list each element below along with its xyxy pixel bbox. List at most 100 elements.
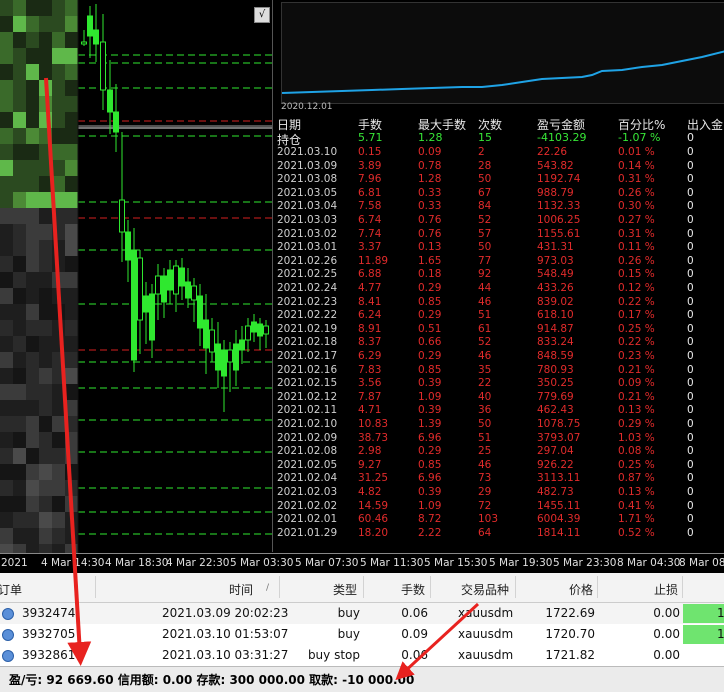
stats-count: 57 — [478, 227, 492, 240]
stats-max-lots: 0.85 — [418, 458, 442, 471]
stats-lots: 31.25 — [358, 472, 389, 485]
order-row[interactable]: 3932474 2021.03.09 20:02:23 buy 0.06 xauusdm… — [0, 603, 724, 625]
stats-pct: 0.25 % — [618, 458, 655, 471]
stats-date: 2021.02.03 — [277, 486, 338, 498]
candle-body — [209, 329, 215, 353]
equity-curve — [281, 2, 724, 104]
take-profit-cell: 1 — [683, 625, 724, 644]
stats-date: 2021.03.08 — [277, 173, 338, 186]
order-row[interactable]: 3932861 2021.03.10 03:31:27 buy stop 0.06 xa… — [0, 645, 724, 667]
col-type[interactable]: 类型 — [333, 581, 357, 598]
position-lots: 5.71 — [358, 131, 383, 144]
stats-max-lots: 0.29 — [418, 445, 442, 458]
stats-io: 0 — [687, 295, 694, 308]
candle-body — [81, 41, 87, 45]
col-price[interactable]: 价格 — [569, 581, 593, 598]
stats-io: 0 — [687, 350, 694, 362]
time-label: 5 Mar 11:30 — [360, 557, 424, 569]
candle-body — [227, 349, 233, 363]
price-chart[interactable]: √ 2020.12.01 日期 手数 最大手数 次数 盈亏金额 百分比% 出入金… — [0, 0, 724, 573]
stats-io: 0 — [687, 377, 694, 390]
stats-pnl: 618.10 — [537, 309, 574, 322]
stats-count: 64 — [478, 526, 492, 539]
stats-io: 0 — [687, 513, 694, 526]
col-lots[interactable]: 手数 — [401, 581, 425, 598]
stats-count: 29 — [478, 486, 492, 498]
stats-lots: 60.46 — [358, 513, 389, 526]
stats-io: 0 — [687, 159, 694, 172]
stats-pnl: 839.02 — [537, 295, 574, 308]
stats-pct: 0.52 % — [618, 526, 655, 539]
stats-io: 0 — [687, 214, 694, 226]
stats-row: 2021.02.24 4.77 0.29 44 433.26 0.12 % 0 — [277, 282, 724, 295]
stats-pnl: 926.22 — [537, 458, 574, 471]
stats-max-lots: 1.39 — [418, 418, 442, 430]
stats-max-lots: 0.29 — [418, 282, 442, 294]
time-axis: 2021 4 Mar 14:30 4 Mar 18:30 4 Mar 22:30 5 M… — [0, 553, 724, 573]
stats-max-lots: 0.39 — [418, 404, 442, 417]
stats-pnl: 1006.25 — [537, 214, 581, 226]
stats-max-lots: 0.33 — [418, 200, 442, 213]
stats-pct: 0.11 % — [618, 241, 655, 254]
col-ticket[interactable]: 订单 — [0, 581, 22, 598]
position-pnl: -4103.29 — [537, 131, 587, 144]
stats-count: 44 — [478, 282, 492, 294]
stats-date: 2021.03.04 — [277, 200, 338, 213]
candle-body — [185, 281, 191, 299]
col-sl[interactable]: 止损 — [654, 581, 678, 598]
stats-pnl: 3793.07 — [537, 431, 581, 444]
chart-toggle-icon[interactable]: √ — [254, 7, 270, 23]
stats-lots: 7.87 — [358, 390, 382, 403]
stats-count: 50 — [478, 418, 492, 430]
candle-body — [149, 293, 155, 341]
col-separator — [279, 576, 280, 598]
stats-pct: 0.13 % — [618, 486, 655, 498]
stats-pnl: 1155.61 — [537, 227, 581, 240]
order-row[interactable]: 3932705 2021.03.10 01:53:07 buy 0.09 xauusdm… — [0, 624, 724, 646]
stats-date: 2021.02.02 — [277, 499, 338, 512]
stats-lots: 18.20 — [358, 526, 389, 539]
candle-body — [125, 231, 131, 261]
stats-row: 2021.02.01 60.46 8.72 103 6004.39 1.71 % 0 — [277, 513, 724, 526]
stats-io: 0 — [687, 254, 694, 267]
candle-body — [179, 267, 185, 287]
stats-pnl: 433.26 — [537, 282, 574, 294]
stats-lots: 6.24 — [358, 309, 382, 322]
order-lots: 0.06 — [401, 648, 428, 662]
candle-body — [87, 15, 93, 37]
stats-pnl: 548.49 — [537, 268, 574, 281]
stats-io: 0 — [687, 418, 694, 430]
stats-header: 日期 手数 最大手数 次数 盈亏金额 百分比% 出入金 — [277, 116, 724, 132]
stats-pnl: 543.82 — [537, 159, 574, 172]
stats-date: 2021.02.09 — [277, 431, 338, 444]
time-label: 4 Mar 18:30 — [105, 557, 169, 569]
stats-lots: 3.89 — [358, 159, 382, 172]
order-icon — [2, 629, 14, 641]
stats-row: 2021.02.02 14.59 1.09 72 1455.11 0.41 % 0 — [277, 500, 724, 513]
stats-count: 25 — [478, 445, 492, 458]
candle-body — [257, 323, 263, 337]
stats-pct: 0.29 % — [618, 418, 655, 430]
stats-row: 2021.02.15 3.56 0.39 22 350.25 0.09 % 0 — [277, 377, 724, 390]
order-time: 2021.03.09 20:02:23 — [162, 606, 289, 620]
stats-max-lots: 0.09 — [418, 146, 442, 158]
stats-pct: 1.71 % — [618, 513, 655, 526]
stats-lots: 4.71 — [358, 404, 382, 417]
stats-pnl: 1132.33 — [537, 200, 581, 213]
stats-lots: 8.37 — [358, 336, 382, 349]
stats-pct: 0.15 % — [618, 268, 655, 281]
order-time: 2021.03.10 01:53:07 — [162, 627, 289, 641]
stats-date: 2021.02.22 — [277, 309, 338, 322]
stats-pct: 0.08 % — [618, 445, 655, 458]
stats-date: 2021.02.10 — [277, 418, 338, 430]
col-separator — [515, 576, 516, 598]
position-max-lots: 1.28 — [418, 131, 443, 144]
stats-count: 36 — [478, 404, 492, 417]
col-separator — [95, 576, 96, 598]
stats-row: 2021.02.17 6.29 0.29 46 848.59 0.23 % 0 — [277, 350, 724, 363]
stats-max-lots: 0.33 — [418, 186, 442, 199]
candle-body — [131, 249, 137, 361]
position-row: 持仓 5.71 1.28 15 -4103.29 -1.07 % 0 — [277, 131, 724, 147]
col-symbol[interactable]: 交易品种 — [461, 581, 509, 598]
col-time[interactable]: 时间 — [229, 581, 253, 598]
